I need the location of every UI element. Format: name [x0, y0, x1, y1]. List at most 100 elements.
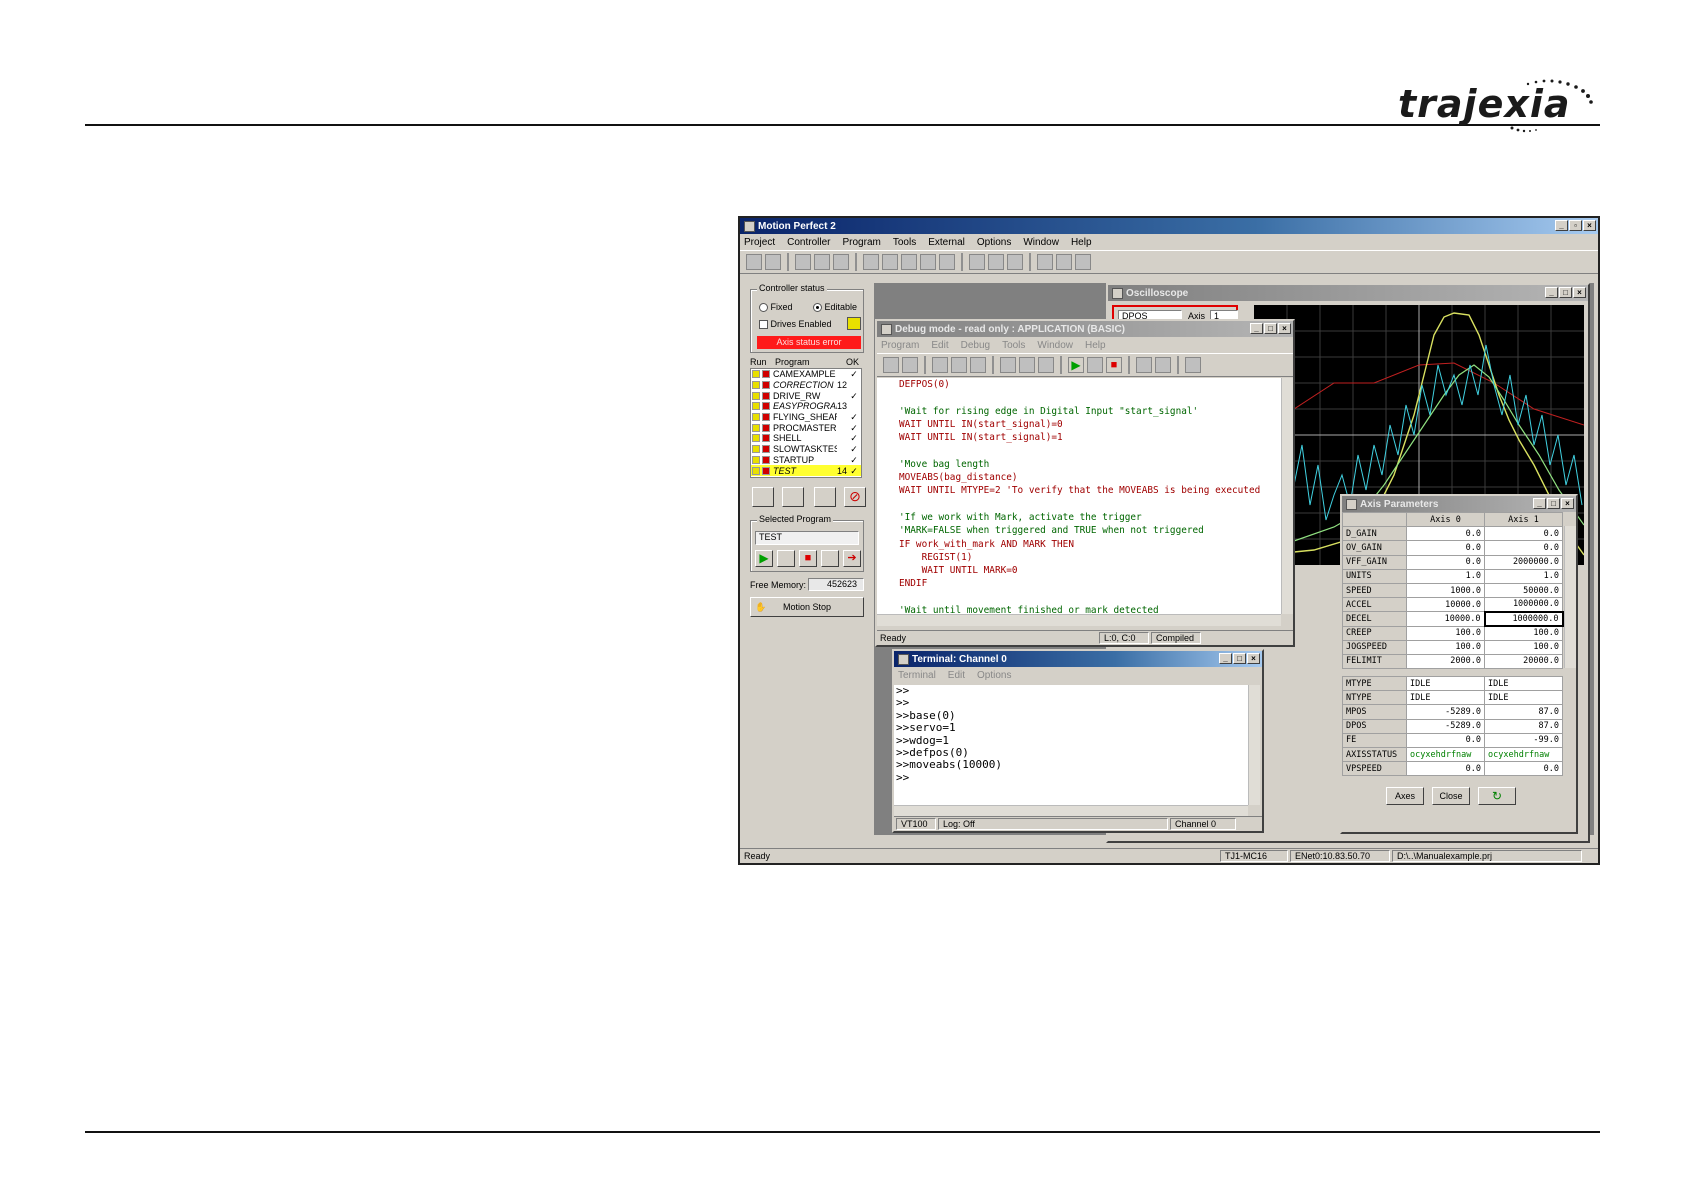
program-list-item[interactable]: CORRECTION 12: [751, 380, 861, 391]
axis-parameters-close-button[interactable]: ×: [1561, 498, 1574, 509]
selected-program-field[interactable]: TEST: [755, 531, 859, 545]
axis-0-value[interactable]: 0.0: [1406, 761, 1485, 777]
axis-1-value[interactable]: 50000.0: [1484, 582, 1563, 599]
axis-0-value[interactable]: 1.0: [1406, 568, 1485, 584]
axis-1-value[interactable]: 87.0: [1484, 718, 1563, 734]
axis-1-value[interactable]: IDLE: [1484, 675, 1563, 692]
save-icon[interactable]: [883, 357, 899, 373]
debug-minimize-button[interactable]: _: [1250, 323, 1263, 334]
refresh-icon[interactable]: ↻: [1478, 787, 1516, 805]
replace-icon[interactable]: [1038, 357, 1054, 373]
code-vertical-scrollbar[interactable]: [1281, 378, 1293, 614]
terminal-menu-edit[interactable]: Edit: [948, 670, 965, 681]
breakpoint-icon[interactable]: [1136, 357, 1152, 373]
paste-icon[interactable]: [970, 357, 986, 373]
debug-menu-help[interactable]: Help: [1085, 340, 1106, 351]
axis-0-value[interactable]: -5289.0: [1406, 704, 1485, 720]
find-icon[interactable]: [1019, 357, 1035, 373]
program-list-item[interactable]: CAMEXAMPLE ✓: [751, 369, 861, 380]
program-list-item[interactable]: FLYING_SHEAR ✓: [751, 412, 861, 423]
search-icon[interactable]: [782, 487, 804, 507]
menu-controller[interactable]: Controller: [787, 237, 830, 248]
find-icon[interactable]: [752, 487, 774, 507]
axis-parameters-minimize-button[interactable]: _: [1533, 498, 1546, 509]
terminal-output[interactable]: >> >> >>base(0) >>servo=1 >>wdog=1 >>defpos(0…: [894, 685, 1248, 805]
program-list-item[interactable]: TEST 14 ✓: [751, 465, 861, 476]
axis-0-value[interactable]: 1000.0: [1406, 582, 1485, 599]
terminal-maximize-button[interactable]: □: [1233, 653, 1246, 664]
menu-project[interactable]: Project: [744, 237, 775, 248]
oscilloscope-icon[interactable]: [901, 254, 917, 270]
debug-close-button[interactable]: ×: [1278, 323, 1291, 334]
axis-1-value[interactable]: 100.0: [1484, 625, 1563, 641]
axis-status-error-indicator[interactable]: Axis status error: [757, 336, 861, 349]
axis-0-value[interactable]: ocyxehdrfnaw: [1406, 746, 1485, 763]
axis-parameters-maximize-button[interactable]: □: [1547, 498, 1560, 509]
edit-icon[interactable]: [821, 550, 839, 567]
run-program-icon[interactable]: ▶: [1068, 357, 1084, 373]
watch-icon[interactable]: [1185, 357, 1201, 373]
axis-1-value[interactable]: 87.0: [1484, 704, 1563, 720]
axis-parameters-scrollbar[interactable]: [1564, 526, 1576, 668]
goto-icon[interactable]: [1000, 357, 1016, 373]
menu-tools[interactable]: Tools: [893, 237, 916, 248]
debug-menu-edit[interactable]: Edit: [931, 340, 948, 351]
copy-icon[interactable]: [951, 357, 967, 373]
fixed-radio[interactable]: [759, 303, 768, 313]
axis-0-value[interactable]: IDLE: [1406, 690, 1485, 706]
axis-0-value[interactable]: 0.0: [1406, 526, 1485, 542]
code-editor[interactable]: DEFPOS(0) 'Wait for rising edge in Digita…: [877, 378, 1281, 614]
editable-radio[interactable]: [813, 303, 822, 313]
axis-1-value[interactable]: 0.0: [1484, 540, 1563, 556]
code-horizontal-scrollbar[interactable]: [877, 614, 1281, 626]
connect-icon[interactable]: [746, 254, 762, 270]
disconnect-icon[interactable]: [765, 254, 781, 270]
axis-0-value[interactable]: 0.0: [1406, 732, 1485, 748]
program-list-item[interactable]: DRIVE_RW ✓: [751, 390, 861, 401]
table-icon[interactable]: [920, 254, 936, 270]
grid-icon[interactable]: [969, 254, 985, 270]
axis-0-value[interactable]: 0.0: [1406, 554, 1485, 570]
axis-0-value[interactable]: 2000.0: [1406, 653, 1485, 670]
axis-0-value[interactable]: 0.0: [1406, 540, 1485, 556]
stop-icon[interactable]: ■: [799, 550, 817, 567]
bar-graph-icon[interactable]: [833, 254, 849, 270]
axis-0-value[interactable]: 100.0: [1406, 639, 1485, 655]
debug-menu-program[interactable]: Program: [881, 340, 919, 351]
axis-1-value[interactable]: 0.0: [1484, 761, 1563, 777]
terminal-icon[interactable]: [795, 254, 811, 270]
terminal-close-button[interactable]: ×: [1247, 653, 1260, 664]
book-icon[interactable]: [1056, 254, 1072, 270]
close-button[interactable]: ×: [1583, 220, 1596, 231]
menu-external[interactable]: External: [928, 237, 965, 248]
jog-icon[interactable]: [988, 254, 1004, 270]
help-book-icon[interactable]: [1075, 254, 1091, 270]
monitor-icon[interactable]: [882, 254, 898, 270]
axis-1-value[interactable]: ocyxehdrfnaw: [1484, 746, 1563, 763]
axis-1-value[interactable]: 100.0: [1484, 639, 1563, 655]
axis-1-value[interactable]: -99.0: [1484, 732, 1563, 748]
step-icon[interactable]: ➔: [843, 550, 861, 567]
terminal-minimize-button[interactable]: _: [1219, 653, 1232, 664]
debug-maximize-button[interactable]: □: [1264, 323, 1277, 334]
close-dialog-button[interactable]: Close: [1432, 787, 1470, 805]
program-list[interactable]: CAMEXAMPLE ✓ CORRECTION 12 DRIVE_RW ✓ EASYPROG…: [750, 368, 862, 478]
run-icon[interactable]: ▶: [755, 550, 773, 567]
axis-1-value[interactable]: 2000000.0: [1484, 554, 1563, 570]
axis-1-value[interactable]: 1000000.0: [1483, 610, 1564, 628]
menu-help[interactable]: Help: [1071, 237, 1092, 248]
pause-icon[interactable]: [777, 550, 795, 567]
menu-options[interactable]: Options: [977, 237, 1011, 248]
stop-all-icon[interactable]: ⊘: [844, 487, 866, 507]
axis-1-value[interactable]: 0.0: [1484, 526, 1563, 542]
axis-params-icon[interactable]: [863, 254, 879, 270]
axis-1-value[interactable]: 1.0: [1484, 568, 1563, 584]
program-list-item[interactable]: SHELL ✓: [751, 433, 861, 444]
axis-0-value[interactable]: 100.0: [1406, 625, 1485, 641]
oscilloscope-maximize-button[interactable]: □: [1559, 287, 1572, 298]
step-over-icon[interactable]: [1155, 357, 1171, 373]
axis-0-value[interactable]: 10000.0: [1406, 611, 1485, 627]
minimize-button[interactable]: _: [1555, 220, 1568, 231]
oscilloscope-minimize-button[interactable]: _: [1545, 287, 1558, 298]
terminal-menu-options[interactable]: Options: [977, 670, 1011, 681]
